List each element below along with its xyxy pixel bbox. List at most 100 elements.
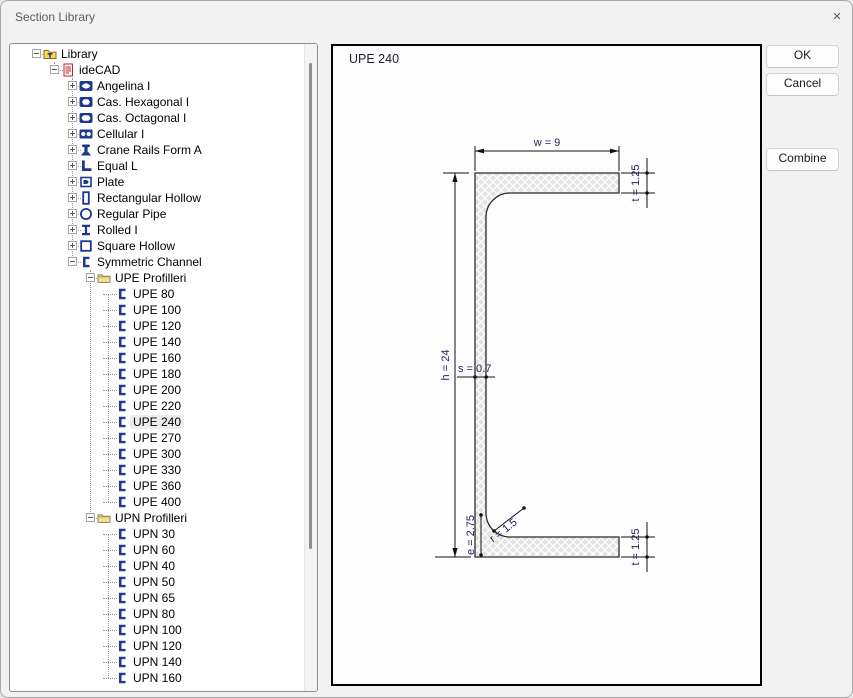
- tree-item-label: Square Hollow: [94, 239, 178, 253]
- tree-item[interactable]: Square Hollow: [10, 238, 302, 254]
- window-title: Section Library: [15, 10, 95, 24]
- plate-icon: [79, 175, 93, 189]
- tree-scrollbar-thumb[interactable]: [309, 63, 312, 549]
- tree-item[interactable]: UPN 120: [10, 638, 302, 654]
- channel-icon: [115, 671, 129, 685]
- tree-item[interactable]: UPE 220: [10, 398, 302, 414]
- collapse-toggle-icon[interactable]: [50, 65, 59, 74]
- octagonal-icon: [79, 111, 93, 125]
- rolled-i-icon: [79, 223, 93, 237]
- tree-item[interactable]: Crane Rails Form A: [10, 142, 302, 158]
- tree-item-label: UPE 80: [130, 287, 177, 301]
- tree-item[interactable]: UPE Profilleri: [10, 270, 302, 286]
- tree-item[interactable]: Cas. Hexagonal I: [10, 94, 302, 110]
- collapse-toggle-icon[interactable]: [86, 513, 95, 522]
- tree-item[interactable]: UPE 360: [10, 478, 302, 494]
- collapse-toggle-icon[interactable]: [86, 273, 95, 282]
- tree-item-label: UPE 140: [130, 335, 184, 349]
- expand-toggle-icon[interactable]: [68, 81, 77, 90]
- expand-toggle-icon[interactable]: [68, 209, 77, 218]
- tree-item[interactable]: Equal L: [10, 158, 302, 174]
- expand-toggle-icon[interactable]: [68, 177, 77, 186]
- expand-toggle-icon[interactable]: [68, 241, 77, 250]
- expand-toggle-icon[interactable]: [68, 161, 77, 170]
- tree-item[interactable]: UPN 50: [10, 574, 302, 590]
- tree-item[interactable]: UPE 300: [10, 446, 302, 462]
- tree-item[interactable]: Library: [10, 46, 302, 62]
- channel-icon: [115, 463, 129, 477]
- expand-toggle-icon[interactable]: [68, 113, 77, 122]
- tree-item-label: UPE 100: [130, 303, 184, 317]
- section-preview-panel: UPE 240: [331, 44, 762, 686]
- dimension-lines: [435, 146, 655, 572]
- combine-button[interactable]: Combine: [766, 148, 839, 171]
- expand-toggle-icon[interactable]: [68, 97, 77, 106]
- tree-item[interactable]: UPE 80: [10, 286, 302, 302]
- tree-item-label: UPE 330: [130, 463, 184, 477]
- tree-item[interactable]: UPE 330: [10, 462, 302, 478]
- channel-icon: [115, 639, 129, 653]
- tree-item-label: Cas. Hexagonal I: [94, 95, 192, 109]
- tree-item[interactable]: UPE 160: [10, 350, 302, 366]
- tree-item[interactable]: Plate: [10, 174, 302, 190]
- pipe-icon: [79, 207, 93, 221]
- tree-item-label: UPE 160: [130, 351, 184, 365]
- tree-item[interactable]: UPN 80: [10, 606, 302, 622]
- collapse-toggle-icon[interactable]: [68, 257, 77, 266]
- expand-toggle-icon[interactable]: [68, 225, 77, 234]
- channel-icon: [115, 543, 129, 557]
- tree-item[interactable]: UPE 270: [10, 430, 302, 446]
- tree-item[interactable]: Angelina I: [10, 78, 302, 94]
- dim-s-label: s = 0.7: [458, 363, 491, 375]
- expand-toggle-icon[interactable]: [68, 193, 77, 202]
- equal-l-icon: [79, 159, 93, 173]
- tree-item[interactable]: UPE 200: [10, 382, 302, 398]
- tree-item[interactable]: UPE 120: [10, 318, 302, 334]
- tree-item[interactable]: UPN 40: [10, 558, 302, 574]
- tree-item[interactable]: UPN 140: [10, 654, 302, 670]
- dim-e-label: e = 2.75: [465, 515, 477, 555]
- tree-item[interactable]: UPN Profilleri: [10, 510, 302, 526]
- tree-item[interactable]: Rolled I: [10, 222, 302, 238]
- close-icon[interactable]: ×: [825, 5, 849, 29]
- ok-button[interactable]: OK: [766, 45, 839, 68]
- tree-item-label: ideCAD: [76, 63, 123, 77]
- tree-item[interactable]: Cas. Octagonal I: [10, 110, 302, 126]
- tree-item-label: UPN 50: [130, 575, 178, 589]
- tree-item[interactable]: UPN 65: [10, 590, 302, 606]
- tree-connector-line: [108, 534, 109, 678]
- tree-item[interactable]: Cellular I: [10, 126, 302, 142]
- tree-item-label: UPE 120: [130, 319, 184, 333]
- tree-item[interactable]: UPE 100: [10, 302, 302, 318]
- dim-h-label: h = 24: [440, 350, 452, 381]
- tree-item-label: UPE 360: [130, 479, 184, 493]
- expand-toggle-icon[interactable]: [68, 129, 77, 138]
- tree-scrollbar[interactable]: [304, 44, 317, 691]
- tree-item[interactable]: Regular Pipe: [10, 206, 302, 222]
- tree-item-label: Symmetric Channel: [94, 255, 205, 269]
- tree-item[interactable]: UPN 100: [10, 622, 302, 638]
- channel-icon: [115, 367, 129, 381]
- folder-icon: [97, 511, 111, 525]
- tree-item[interactable]: Symmetric Channel: [10, 254, 302, 270]
- tree-item-label: UPN 80: [130, 607, 178, 621]
- tree-item[interactable]: Rectangular Hollow: [10, 190, 302, 206]
- tree-item[interactable]: UPE 140: [10, 334, 302, 350]
- tree-item[interactable]: ideCAD: [10, 62, 302, 78]
- tree-item[interactable]: UPN 60: [10, 542, 302, 558]
- channel-icon: [115, 335, 129, 349]
- tree-item[interactable]: UPE 180: [10, 366, 302, 382]
- collapse-toggle-icon[interactable]: [32, 49, 41, 58]
- channel-icon: [115, 495, 129, 509]
- tree-item[interactable]: UPN 160: [10, 670, 302, 686]
- tree-item[interactable]: UPN 30: [10, 526, 302, 542]
- expand-toggle-icon[interactable]: [68, 145, 77, 154]
- channel-icon: [115, 415, 129, 429]
- channel-icon: [115, 479, 129, 493]
- tree-item[interactable]: UPE 240: [10, 414, 302, 430]
- tree-connector-line: [90, 270, 91, 518]
- tree-item[interactable]: UPE 400: [10, 494, 302, 510]
- tree-item-label: UPE 240: [130, 415, 184, 429]
- cancel-button[interactable]: Cancel: [766, 73, 839, 96]
- dim-t-top-label: t = 1.25: [630, 164, 642, 201]
